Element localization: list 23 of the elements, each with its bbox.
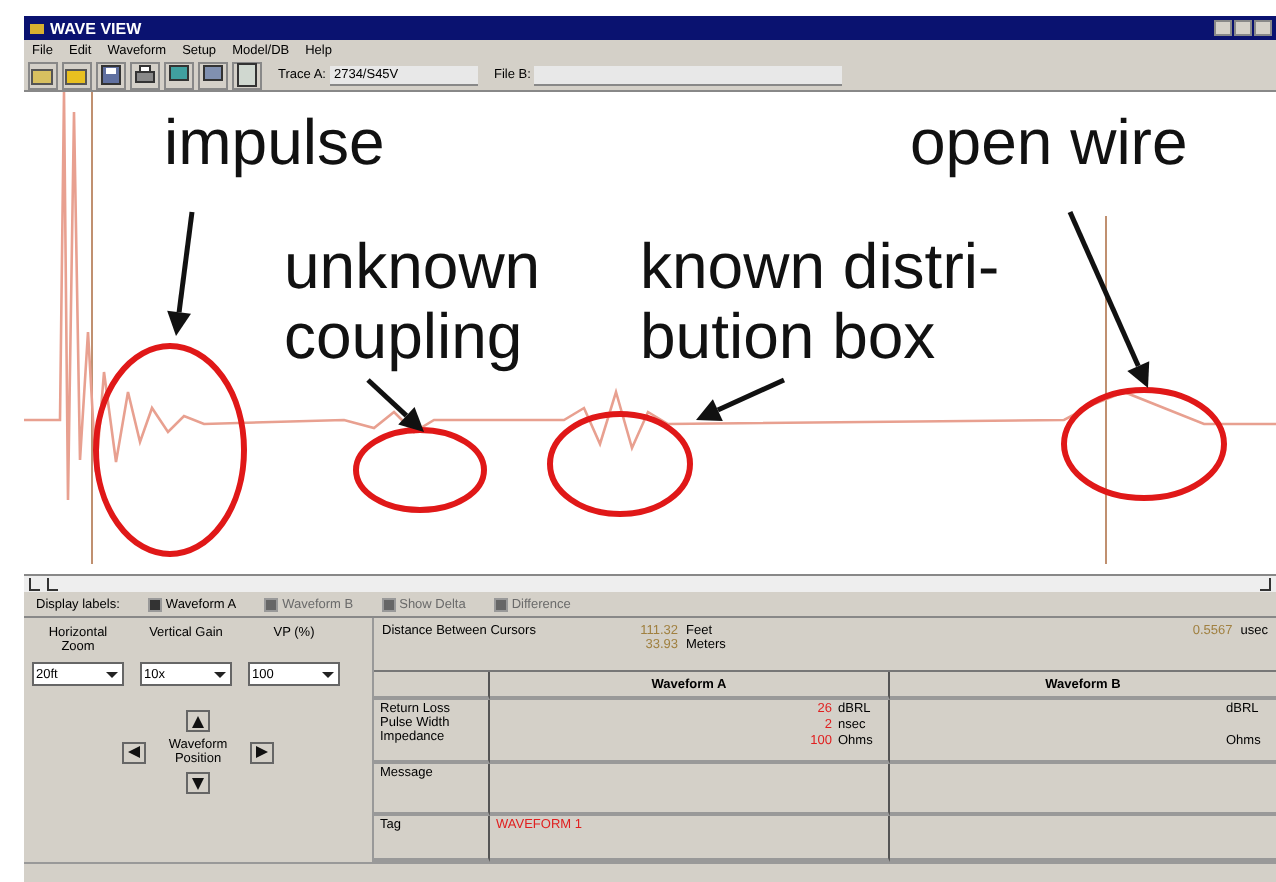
highlight-ellipse: [353, 427, 487, 513]
arrow-icon: [254, 744, 270, 760]
arrow-icon: [190, 713, 206, 729]
arrow-button[interactable]: [122, 741, 146, 763]
arrow: [167, 211, 195, 336]
caret-icon: [104, 667, 120, 681]
caret-icon: [212, 667, 228, 681]
disk-button[interactable]: [96, 61, 126, 89]
arrow-button[interactable]: [186, 772, 210, 794]
arrow-icon: [190, 775, 206, 791]
arrow-button[interactable]: [186, 710, 210, 732]
cursor-handle-icon: [1258, 576, 1272, 592]
file-field[interactable]: [534, 65, 843, 85]
annotation-label: known distri- bution box: [640, 232, 1000, 372]
caret-icon: [320, 667, 336, 681]
arrow-icon: [126, 744, 142, 760]
annotation-label: unknown coupling: [284, 232, 541, 372]
arrow-button[interactable]: [250, 741, 274, 763]
annotation-label: impulse: [164, 108, 385, 178]
annotation-label: open wire: [910, 108, 1188, 178]
window-title: WAVE VIEW: [50, 19, 144, 37]
arrow: [696, 377, 786, 421]
arrow: [366, 378, 424, 432]
